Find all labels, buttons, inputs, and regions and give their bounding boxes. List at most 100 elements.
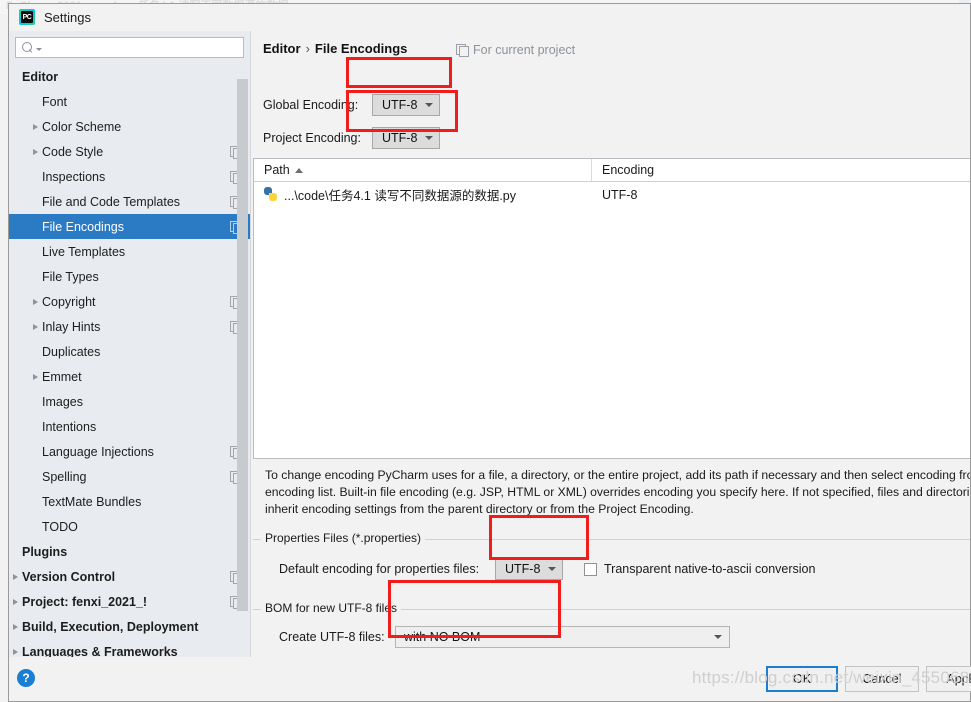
sidebar-item-label: Copyright xyxy=(42,294,96,309)
search-box[interactable] xyxy=(15,37,244,58)
sidebar-item-copyright[interactable]: Copyright xyxy=(9,289,250,314)
column-header-path[interactable]: Path xyxy=(254,159,592,181)
sidebar-item-file-and-code-templates[interactable]: File and Code Templates xyxy=(9,189,250,214)
sidebar-item-font[interactable]: Font xyxy=(9,89,250,114)
default-encoding-row: Default encoding for properties files: U… xyxy=(279,558,815,580)
properties-files-group-title: Properties Files (*.properties) xyxy=(261,531,426,545)
sidebar-item-images[interactable]: Images xyxy=(9,389,250,414)
file-encodings-pane: Editor › File Encodings For current projec… xyxy=(251,31,970,657)
transparent-native-checkbox[interactable] xyxy=(584,562,597,576)
sidebar-item-inspections[interactable]: Inspections xyxy=(9,164,250,189)
sidebar-item-textmate-bundles[interactable]: TextMate Bundles xyxy=(9,489,250,514)
chevron-right-icon[interactable] xyxy=(29,149,42,155)
ok-button[interactable]: OK xyxy=(766,666,838,692)
breadcrumb-root[interactable]: Editor xyxy=(263,41,301,56)
table-body: ...\code\任务4.1 读写不同数据源的数据.py UTF-8 xyxy=(254,182,970,207)
sidebar-item-label: Build, Execution, Deployment xyxy=(22,619,199,634)
project-encoding-combo[interactable]: UTF-8 xyxy=(372,127,440,149)
python-file-icon xyxy=(264,187,278,202)
sidebar-item-plugins[interactable]: Plugins xyxy=(9,539,250,564)
encoding-description: To change encoding PyCharm uses for a fi… xyxy=(265,467,970,518)
sidebar-item-label: Font xyxy=(42,94,68,109)
transparent-native-checkbox-row[interactable]: Transparent native-to-ascii conversion xyxy=(584,562,815,576)
sidebar-item-label: Project: fenxi_2021_! xyxy=(22,594,148,609)
search-dropdown-caret-icon[interactable] xyxy=(36,47,42,51)
chevron-down-icon xyxy=(548,567,557,571)
screenshot-root: PyCharm 2021 ... code ... 任务4.1 读写不同数据源的… xyxy=(0,0,971,702)
search-icon xyxy=(22,42,33,53)
global-encoding-row: Global Encoding: UTF-8 xyxy=(263,94,440,116)
column-header-encoding[interactable]: Encoding xyxy=(592,159,970,181)
sidebar-item-project-fenxi-2021[interactable]: Project: fenxi_2021_! xyxy=(9,589,250,614)
encodings-table: Path Encoding ...\code\任务4.1 读写不同数据源的数据.… xyxy=(253,158,970,459)
default-encoding-value: UTF-8 xyxy=(505,562,541,576)
sidebar-item-label: File Encodings xyxy=(42,219,124,234)
chevron-right-icon[interactable] xyxy=(29,374,42,380)
sidebar-scrollbar-thumb[interactable] xyxy=(237,79,248,611)
chevron-right-icon[interactable] xyxy=(9,624,22,630)
sidebar-item-code-style[interactable]: Code Style xyxy=(9,139,250,164)
chevron-down-icon xyxy=(425,136,434,140)
chevron-down-icon xyxy=(425,103,434,107)
chevron-right-icon[interactable] xyxy=(29,299,42,305)
sidebar-item-label: Duplicates xyxy=(42,344,101,359)
sort-ascending-icon xyxy=(294,167,303,173)
chevron-right-icon[interactable] xyxy=(29,324,42,330)
sidebar-item-build-execution-deployment[interactable]: Build, Execution, Deployment xyxy=(9,614,250,639)
sidebar-item-file-encodings[interactable]: File Encodings xyxy=(9,214,250,239)
apply-button[interactable]: Apply xyxy=(926,666,971,692)
create-utf8-row: Create UTF-8 files: with NO BOM xyxy=(279,626,730,648)
sidebar-item-language-injections[interactable]: Language Injections xyxy=(9,439,250,464)
description-line-2: encoding list. Built-in file encoding (e… xyxy=(265,485,970,499)
sidebar-item-label: Inspections xyxy=(42,169,106,184)
sidebar-item-label: TextMate Bundles xyxy=(42,494,142,509)
breadcrumb-separator: › xyxy=(305,41,310,56)
create-utf8-value: with NO BOM xyxy=(404,630,481,644)
sidebar-item-label: Version Control xyxy=(22,569,116,584)
sidebar-item-label: Emmet xyxy=(42,369,82,384)
cancel-button[interactable]: Cancel xyxy=(845,666,919,692)
create-utf8-combo[interactable]: with NO BOM xyxy=(395,626,730,648)
sidebar-item-inlay-hints[interactable]: Inlay Hints xyxy=(9,314,250,339)
sidebar-item-label: Code Style xyxy=(42,144,104,159)
search-input[interactable] xyxy=(44,39,243,56)
chevron-right-icon[interactable] xyxy=(9,599,22,605)
sidebar-item-todo[interactable]: TODO xyxy=(9,514,250,539)
global-encoding-combo[interactable]: UTF-8 xyxy=(372,94,440,116)
bom-group: BOM for new UTF-8 files Create UTF-8 fil… xyxy=(253,601,970,657)
default-encoding-combo[interactable]: UTF-8 xyxy=(495,558,563,580)
properties-files-group: Properties Files (*.properties) Default … xyxy=(253,531,970,583)
column-header-encoding-label: Encoding xyxy=(602,163,655,177)
default-encoding-label: Default encoding for properties files: xyxy=(279,562,480,576)
for-current-project-label: For current project xyxy=(456,43,575,57)
sidebar-item-duplicates[interactable]: Duplicates xyxy=(9,339,250,364)
sidebar-item-label: Plugins xyxy=(22,544,68,559)
sidebar-item-emmet[interactable]: Emmet xyxy=(9,364,250,389)
sidebar-item-label: Editor xyxy=(22,69,59,84)
column-header-path-label: Path xyxy=(264,163,290,177)
chevron-right-icon[interactable] xyxy=(9,574,22,580)
sidebar-item-label: Intentions xyxy=(42,419,97,434)
sidebar-item-label: File and Code Templates xyxy=(42,194,181,209)
description-line-1: To change encoding PyCharm uses for a fi… xyxy=(265,468,970,482)
global-encoding-label: Global Encoding: xyxy=(263,98,359,112)
sidebar-item-languages-frameworks[interactable]: Languages & Frameworks xyxy=(9,639,250,658)
table-row[interactable]: ...\code\任务4.1 读写不同数据源的数据.py UTF-8 xyxy=(254,182,970,207)
project-encoding-row: Project Encoding: UTF-8 xyxy=(263,127,440,149)
sidebar-item-spelling[interactable]: Spelling xyxy=(9,464,250,489)
project-encoding-label: Project Encoding: xyxy=(263,131,361,145)
for-current-project-text: For current project xyxy=(473,43,576,57)
sidebar-item-live-templates[interactable]: Live Templates xyxy=(9,239,250,264)
sidebar-item-color-scheme[interactable]: Color Scheme xyxy=(9,114,250,139)
cell-encoding: UTF-8 xyxy=(602,187,638,202)
chevron-right-icon[interactable] xyxy=(29,124,42,130)
sidebar-item-label: Languages & Frameworks xyxy=(22,644,178,658)
sidebar-item-intentions[interactable]: Intentions xyxy=(9,414,250,439)
sidebar-item-file-types[interactable]: File Types xyxy=(9,264,250,289)
settings-sidebar: Editor Font Color Scheme Code Style Inspecti… xyxy=(9,31,251,657)
chevron-right-icon[interactable] xyxy=(9,649,22,655)
bom-group-title: BOM for new UTF-8 files xyxy=(261,601,402,615)
sidebar-item-version-control[interactable]: Version Control xyxy=(9,564,250,589)
help-button[interactable]: ? xyxy=(17,669,35,687)
sidebar-item-editor[interactable]: Editor xyxy=(9,64,250,89)
